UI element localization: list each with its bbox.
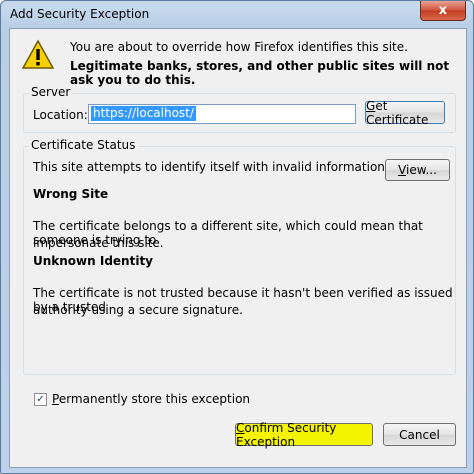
window-title: Add Security Exception <box>10 7 150 21</box>
server-group: Server Location: https://localhost/ Get … <box>23 85 456 133</box>
get-certificate-button[interactable]: Get Certificate <box>365 98 445 127</box>
permanent-store-label[interactable]: Permanently store this exception <box>52 392 250 406</box>
warning-detail: Legitimate banks, stores, and other publ… <box>70 59 450 87</box>
location-input[interactable]: https://localhost/ <box>88 104 356 124</box>
unknown-identity-text-2: authority using a secure signature. <box>33 303 243 317</box>
close-button[interactable]: x <box>420 1 466 21</box>
permanent-accel: P <box>52 392 59 406</box>
cancel-button[interactable]: Cancel <box>383 423 456 446</box>
cert-status-intro: This site attempts to identify itself wi… <box>33 160 389 174</box>
view-button[interactable]: View... <box>385 159 450 181</box>
get-cert-label: et Certificate <box>366 98 429 127</box>
confirm-label: onfirm Security Exception <box>236 420 337 449</box>
view-label: iew... <box>406 163 437 177</box>
permanent-store-checkbox[interactable]: ✓ <box>34 393 47 406</box>
wrong-site-heading: Wrong Site <box>33 187 109 201</box>
get-cert-accel: G <box>366 98 376 113</box>
permanent-label-text: ermanently store this exception <box>58 392 251 406</box>
confirm-security-exception-button[interactable]: Confirm Security Exception <box>235 420 373 449</box>
cert-status-label: Certificate Status <box>29 138 138 152</box>
dialog-content: You are about to override how Firefox id… <box>9 28 467 468</box>
close-icon: x <box>438 3 448 18</box>
warning-icon <box>22 39 54 69</box>
server-group-label: Server <box>29 85 73 99</box>
certificate-status-group: Certificate Status This site attempts to… <box>23 138 456 375</box>
title-bar[interactable]: Add Security Exception x <box>1 1 473 27</box>
view-accel: V <box>398 163 407 177</box>
dialog-window: Add Security Exception x You are about t… <box>0 0 474 474</box>
warning-message: You are about to override how Firefox id… <box>70 40 408 54</box>
check-mark-icon: ✓ <box>36 393 45 405</box>
location-label: Location: <box>33 108 88 122</box>
wrong-site-text-2: impersonate this site. <box>33 236 164 250</box>
unknown-identity-heading: Unknown Identity <box>33 254 154 268</box>
location-value: https://localhost/ <box>91 106 196 121</box>
